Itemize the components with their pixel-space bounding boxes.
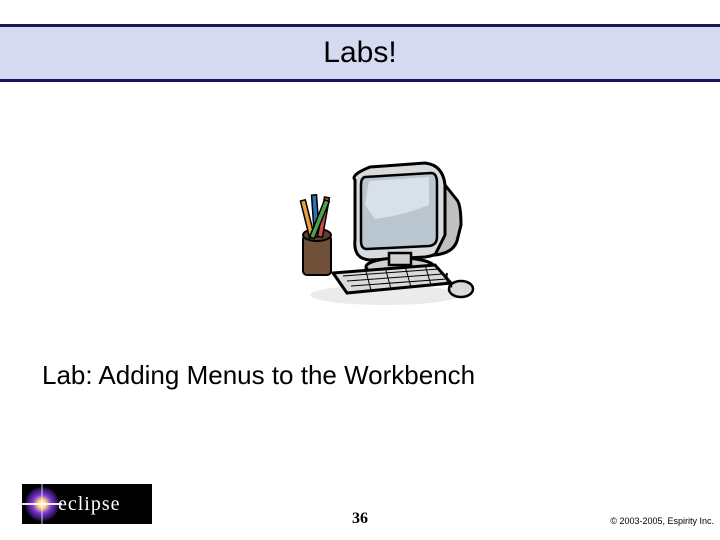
slide-footer: eclipse 36 © 2003-2005, Espirity Inc.: [0, 480, 720, 540]
lab-heading: Lab: Adding Menus to the Workbench: [42, 360, 475, 391]
eclipse-logo: eclipse: [22, 484, 152, 524]
slide-title: Labs!: [323, 36, 396, 70]
page-number: 36: [352, 510, 368, 528]
copyright-text: © 2003-2005, Espirity Inc.: [610, 516, 714, 526]
eclipse-flare-icon: [22, 484, 62, 524]
title-band: Labs!: [0, 24, 720, 82]
computer-clipart-icon: [285, 145, 475, 315]
eclipse-logo-text: eclipse: [58, 493, 121, 516]
